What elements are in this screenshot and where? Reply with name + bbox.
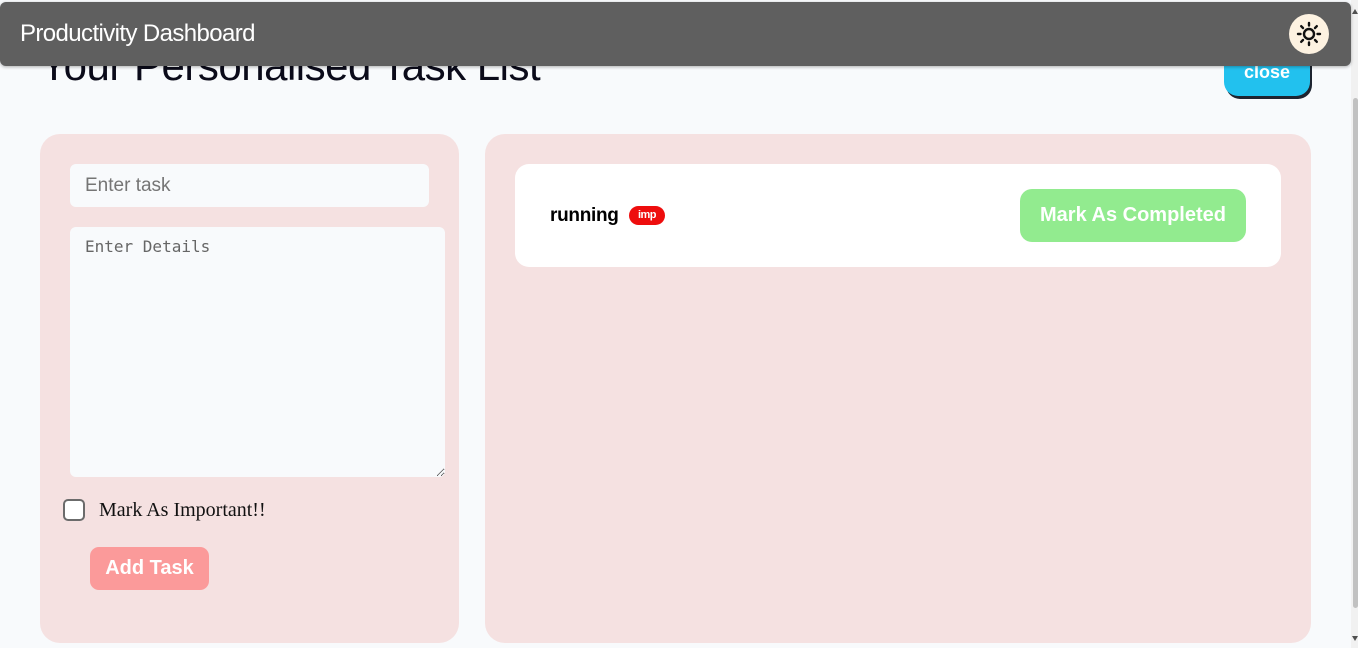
theme-toggle-button[interactable] [1289,14,1329,54]
details-textarea[interactable] [70,227,445,477]
app-header: Productivity Dashboard [0,2,1351,66]
sun-icon [1296,21,1322,47]
task-card: running imp Mark As Completed [515,164,1281,267]
scrollbar[interactable] [1351,0,1358,648]
scroll-down-arrow-icon[interactable] [1352,636,1358,641]
scrollbar-thumb[interactable] [1353,98,1358,608]
important-row: Mark As Important!! [63,497,266,523]
task-name: running [550,205,619,226]
important-badge: imp [629,206,665,225]
app-title: Productivity Dashboard [20,20,256,47]
mark-completed-button[interactable]: Mark As Completed [1020,189,1246,242]
important-label: Mark As Important!! [99,498,266,521]
add-task-button[interactable]: Add Task [90,547,209,590]
task-input[interactable] [70,164,429,207]
task-list-panel: running imp Mark As Completed [485,134,1311,643]
add-task-panel: Mark As Important!! Add Task [40,134,459,643]
scroll-up-arrow-icon[interactable] [1352,9,1358,14]
important-checkbox[interactable] [63,499,85,521]
page: Your Personalised Task List close Produc… [0,0,1358,648]
